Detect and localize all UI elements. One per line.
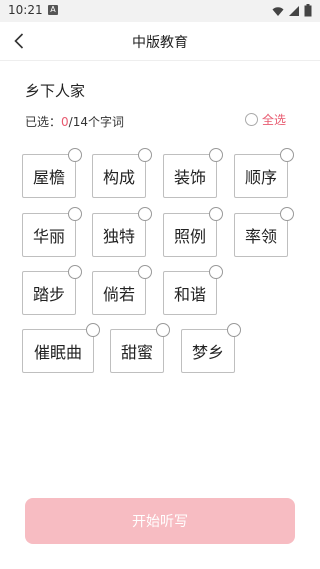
word-card[interactable]: 催眠曲: [22, 323, 100, 373]
word-card[interactable]: 构成: [92, 148, 152, 198]
status-icons: [272, 4, 312, 17]
start-dictation-button[interactable]: 开始听写: [25, 498, 295, 544]
select-all-toggle[interactable]: 全选: [245, 111, 286, 128]
notification-icon: A: [48, 5, 58, 15]
word-checkbox[interactable]: [156, 323, 170, 337]
word-checkbox[interactable]: [138, 207, 152, 221]
header-divider: [0, 60, 320, 61]
unit-title: 乡下人家: [25, 82, 86, 100]
selected-count: 0: [61, 115, 69, 129]
select-all-checkbox[interactable]: [245, 113, 258, 126]
word-card[interactable]: 独特: [92, 207, 152, 257]
word-card[interactable]: 照例: [163, 207, 223, 257]
word-card[interactable]: 倘若: [92, 265, 152, 315]
word-label: 率领: [244, 227, 277, 246]
word-card[interactable]: 踏步: [22, 265, 82, 315]
selected-count-text: 已选：0/14个字词: [25, 113, 124, 130]
word-checkbox[interactable]: [280, 207, 294, 221]
word-card[interactable]: 顺序: [234, 148, 294, 198]
word-checkbox[interactable]: [227, 323, 241, 337]
selected-prefix: 已选：: [25, 115, 62, 129]
word-label: 顺序: [244, 168, 277, 187]
word-label: 独特: [102, 227, 135, 246]
word-card[interactable]: 华丽: [22, 207, 82, 257]
word-checkbox[interactable]: [209, 265, 223, 279]
word-label: 构成: [102, 168, 135, 187]
status-bar: 10:21 A: [0, 0, 320, 22]
word-checkbox[interactable]: [138, 148, 152, 162]
word-label: 催眠曲: [33, 343, 82, 362]
wifi-icon: [272, 6, 284, 16]
status-time: 10:21: [8, 3, 43, 17]
word-label: 照例: [173, 227, 206, 246]
word-checkbox[interactable]: [209, 148, 223, 162]
word-card[interactable]: 甜蜜: [110, 323, 170, 373]
word-label: 和谐: [173, 285, 206, 304]
word-label: 华丽: [32, 227, 65, 246]
word-card[interactable]: 屋檐: [22, 148, 82, 198]
word-card[interactable]: 装饰: [163, 148, 223, 198]
word-checkbox[interactable]: [138, 265, 152, 279]
word-checkbox[interactable]: [86, 323, 100, 337]
word-label: 倘若: [102, 285, 135, 304]
word-checkbox[interactable]: [68, 148, 82, 162]
word-label: 屋檐: [32, 168, 65, 187]
signal-icon: [289, 5, 299, 16]
selected-total: /14个字词: [68, 115, 124, 129]
word-card[interactable]: 和谐: [163, 265, 223, 315]
word-label: 踏步: [32, 285, 65, 304]
select-all-label: 全选: [262, 113, 287, 127]
word-checkbox[interactable]: [280, 148, 294, 162]
word-checkbox[interactable]: [209, 207, 223, 221]
word-checkbox[interactable]: [68, 207, 82, 221]
word-checkbox[interactable]: [68, 265, 82, 279]
word-label: 甜蜜: [120, 343, 153, 362]
page-title: 中版教育: [132, 35, 188, 51]
word-label: 梦乡: [191, 343, 224, 362]
word-label: 装饰: [173, 168, 206, 187]
nav-bar: 中版教育: [0, 22, 320, 60]
word-card[interactable]: 梦乡: [181, 323, 241, 373]
battery-icon: [304, 4, 312, 17]
word-card[interactable]: 率领: [234, 207, 294, 257]
